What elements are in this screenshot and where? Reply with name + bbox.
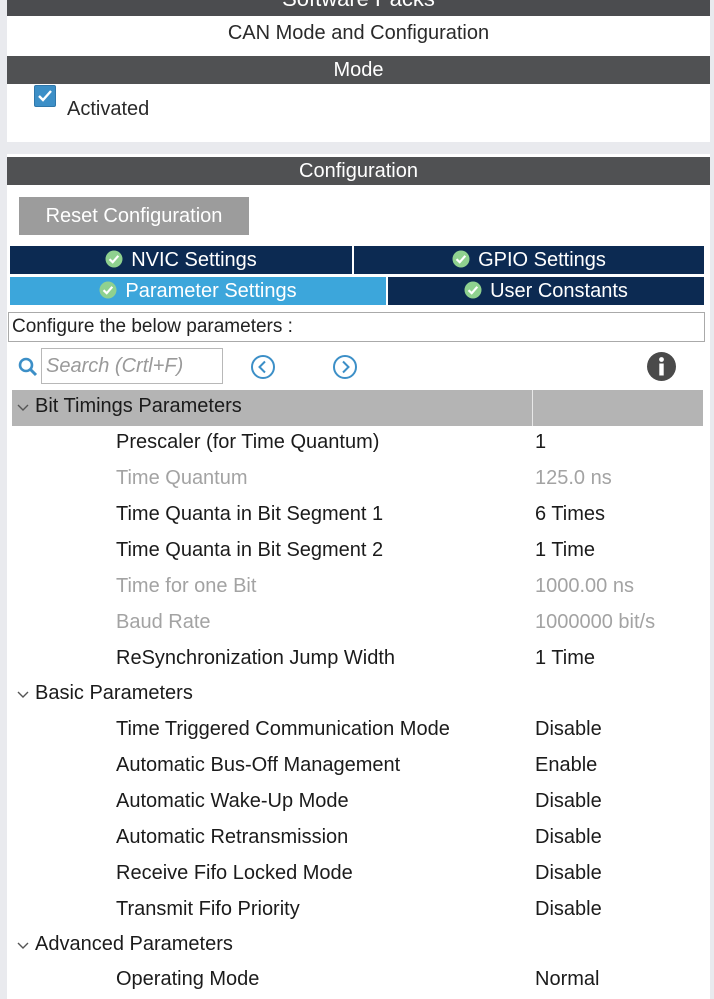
param-value[interactable]: 1 Time [535, 539, 595, 562]
group-label: Advanced Parameters [35, 933, 233, 955]
param-row-sjw[interactable]: ReSynchronization Jump Width 1 Time [0, 642, 714, 678]
check-circle-icon [105, 250, 123, 268]
param-row-time-one-bit: Time for one Bit 1000.00 ns [0, 570, 714, 606]
param-name: Transmit Fifo Priority [116, 898, 300, 920]
param-value[interactable]: 1 Time [535, 647, 595, 670]
software-packs-header: Software Packs [7, 0, 710, 16]
configuration-section-bar: Configuration [7, 157, 710, 185]
param-row-time-quantum: Time Quantum 125.0 ns [0, 462, 714, 498]
param-name: Receive Fifo Locked Mode [116, 862, 353, 884]
param-row-awum[interactable]: Automatic Wake-Up Mode Disable [0, 785, 714, 821]
param-value[interactable]: 1 [535, 431, 546, 454]
param-name: Time Quanta in Bit Segment 1 [116, 503, 384, 525]
param-value: 1000000 bit/s [535, 611, 656, 633]
param-row-retransmission[interactable]: Automatic Retransmission Disable [0, 821, 714, 857]
group-label: Basic Parameters [35, 682, 193, 704]
tab-label: NVIC Settings [131, 249, 257, 271]
param-value[interactable]: Disable [535, 862, 602, 885]
param-row-baud-rate: Baud Rate 1000000 bit/s [0, 606, 714, 642]
param-value: 1000.00 ns [535, 575, 634, 597]
param-name: Prescaler (for Time Quantum) [116, 431, 380, 453]
param-name: Time Triggered Communication Mode [116, 718, 450, 740]
param-name: Automatic Wake-Up Mode [116, 790, 349, 812]
param-row-txfp[interactable]: Transmit Fifo Priority Disable [0, 893, 714, 929]
group-label: Bit Timings Parameters [35, 395, 242, 417]
param-row-ttcm[interactable]: Time Triggered Communication Mode Disabl… [0, 713, 714, 749]
chevron-down-icon [17, 691, 29, 698]
search-input[interactable] [41, 348, 223, 384]
check-circle-icon [452, 250, 470, 268]
software-packs-title: Software Packs [7, 0, 710, 12]
param-value[interactable]: Disable [535, 826, 602, 849]
info-icon[interactable] [646, 351, 677, 382]
tab-user-constants[interactable]: User Constants [388, 277, 704, 305]
param-name: ReSynchronization Jump Width [116, 647, 396, 669]
column-divider [532, 390, 533, 426]
param-row-prescaler[interactable]: Prescaler (for Time Quantum) 1 [0, 426, 714, 462]
mode-section-bar: Mode [7, 56, 710, 84]
param-value[interactable]: Enable [535, 754, 597, 777]
chevron-down-icon [17, 404, 29, 411]
check-icon [38, 90, 52, 102]
chevron-left-circle-icon[interactable] [250, 354, 276, 380]
param-name: Automatic Retransmission [116, 826, 349, 848]
configuration-section-label: Configuration [299, 160, 418, 182]
tab-nvic-settings[interactable]: NVIC Settings [10, 246, 352, 274]
chevron-right-circle-icon[interactable] [332, 354, 358, 380]
param-name: Automatic Bus-Off Management [116, 754, 401, 776]
param-name: Baud Rate [116, 611, 211, 633]
param-value[interactable]: Disable [535, 718, 602, 741]
param-row-operating-mode[interactable]: Operating Mode Normal [0, 963, 714, 999]
param-row-rflm[interactable]: Receive Fifo Locked Mode Disable [0, 857, 714, 893]
param-row-bit-segment-1[interactable]: Time Quanta in Bit Segment 1 6 Times [0, 498, 714, 534]
configure-hint: Configure the below parameters : [8, 312, 705, 342]
group-header-bit-timings[interactable]: Bit Timings Parameters [12, 390, 703, 426]
search-icon[interactable] [18, 357, 38, 377]
tab-parameter-settings[interactable]: Parameter Settings [10, 277, 386, 305]
activated-label: Activated [67, 98, 150, 120]
reset-configuration-button[interactable]: Reset Configuration [19, 197, 249, 235]
param-value[interactable]: 6 Times [535, 503, 605, 526]
param-row-bit-segment-2[interactable]: Time Quanta in Bit Segment 2 1 Time [0, 534, 714, 570]
param-value[interactable]: Disable [535, 790, 602, 813]
param-name: Operating Mode [116, 968, 260, 990]
activated-checkbox[interactable] [34, 85, 56, 107]
param-name: Time for one Bit [116, 575, 257, 597]
param-value[interactable]: Normal [535, 968, 599, 991]
tab-label: Parameter Settings [125, 280, 297, 302]
chevron-down-icon [17, 942, 29, 949]
param-value[interactable]: Disable [535, 898, 602, 921]
param-name: Time Quantum [116, 467, 248, 489]
group-header-advanced[interactable]: Advanced Parameters [12, 928, 703, 964]
tab-gpio-settings[interactable]: GPIO Settings [354, 246, 704, 274]
param-name: Time Quanta in Bit Segment 2 [116, 539, 384, 561]
mode-section-label: Mode [333, 59, 384, 81]
param-value: 125.0 ns [535, 467, 612, 489]
panel-title: CAN Mode and Configuration [227, 22, 490, 44]
tab-label: User Constants [490, 280, 628, 302]
tab-label: GPIO Settings [478, 249, 606, 271]
check-circle-icon [464, 281, 482, 299]
check-circle-icon [99, 281, 117, 299]
param-row-abom[interactable]: Automatic Bus-Off Management Enable [0, 749, 714, 785]
group-header-basic[interactable]: Basic Parameters [12, 677, 703, 713]
